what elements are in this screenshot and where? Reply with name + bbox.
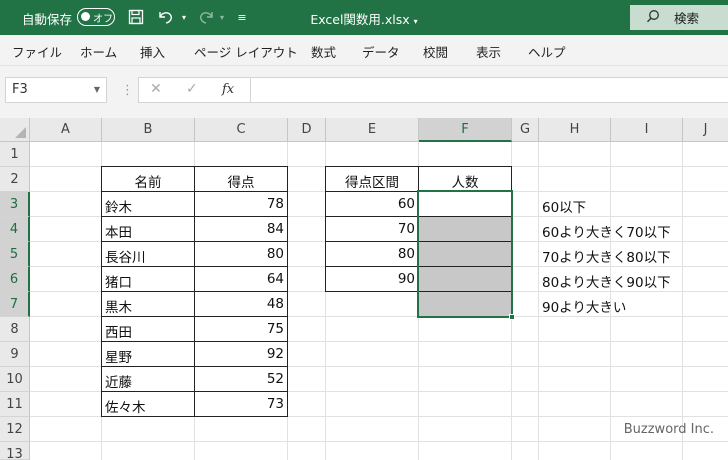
score-value-cell[interactable]: 73 — [194, 391, 288, 417]
enter-icon[interactable]: ✓ — [186, 81, 198, 97]
autosave-label: 自動保存 — [22, 12, 73, 27]
cancel-icon[interactable]: ✕ — [150, 81, 162, 97]
note-cell[interactable]: 80より大きく90以下 — [539, 267, 674, 291]
search-icon — [646, 9, 660, 26]
row-header-4[interactable]: 4 — [0, 217, 30, 242]
tab-home[interactable]: ホーム — [80, 42, 117, 61]
file-title[interactable]: Excel関数用.xlsx — [310, 12, 409, 27]
row-header-1[interactable]: 1 — [0, 142, 30, 167]
watermark: Buzzword Inc. — [623, 422, 714, 437]
note-cell[interactable]: 60より大きく70以下 — [539, 217, 674, 241]
customize-toolbar-icon[interactable]: ≡ — [232, 7, 252, 27]
score-name-cell[interactable]: 近藤 — [101, 366, 195, 392]
score-value-cell[interactable]: 84 — [194, 216, 288, 242]
column-header-j[interactable]: J — [683, 118, 728, 142]
ribbon-tabs: ファイル ホーム 挿入 ページ レイアウト 数式 データ 校閲 表示 ヘルプ — [0, 35, 728, 66]
selection-border — [417, 190, 513, 318]
tab-file[interactable]: ファイル — [12, 42, 62, 61]
row-header-11[interactable]: 11 — [0, 392, 30, 417]
column-header-h[interactable]: H — [539, 118, 611, 142]
bin-cell[interactable]: 80 — [325, 241, 419, 267]
file-title-dropdown-icon[interactable]: ▾ — [414, 17, 418, 26]
insert-function-icon[interactable]: fx — [222, 82, 234, 97]
table-header-name[interactable]: 名前 — [101, 166, 195, 192]
formula-bar: F3 ▼ ⋮ ✕ ✓ fx — [0, 66, 728, 118]
score-value-cell[interactable]: 48 — [194, 291, 288, 317]
range-header-bins[interactable]: 得点区間 — [325, 166, 419, 192]
column-header-b[interactable]: B — [102, 118, 195, 142]
formula-bar-grip-icon: ⋮ — [121, 83, 134, 98]
undo-icon[interactable] — [156, 7, 176, 27]
column-header-e[interactable]: E — [326, 118, 419, 142]
score-name-cell[interactable]: 長谷川 — [101, 241, 195, 267]
bin-cell[interactable]: 60 — [325, 191, 419, 217]
undo-dropdown-icon[interactable]: ▾ — [174, 7, 194, 27]
tab-data[interactable]: データ — [362, 42, 400, 61]
tab-review[interactable]: 校閲 — [423, 42, 448, 61]
name-box-value: F3 — [12, 82, 28, 97]
tab-insert[interactable]: 挿入 — [140, 42, 165, 61]
score-value-cell[interactable]: 78 — [194, 191, 288, 217]
range-header-count[interactable]: 人数 — [418, 166, 512, 192]
score-name-cell[interactable]: 猪口 — [101, 266, 195, 292]
column-header-a[interactable]: A — [30, 118, 102, 142]
row-header-6[interactable]: 6 — [0, 267, 30, 292]
row-header-13[interactable]: 13 — [0, 442, 30, 460]
toggle-knob — [81, 12, 90, 21]
row-header-9[interactable]: 9 — [0, 342, 30, 367]
name-box[interactable]: F3 ▼ — [5, 77, 107, 103]
row-header-2[interactable]: 2 — [0, 167, 30, 192]
score-name-cell[interactable]: 西田 — [101, 316, 195, 342]
select-all-corner[interactable] — [0, 118, 30, 142]
note-cell[interactable]: 60以下 — [539, 192, 589, 216]
search-box[interactable]: 検索 — [630, 5, 728, 30]
score-value-cell[interactable]: 92 — [194, 341, 288, 367]
redo-dropdown-icon[interactable]: ▾ — [212, 7, 232, 27]
column-header-i[interactable]: I — [611, 118, 683, 142]
save-icon[interactable] — [126, 7, 146, 27]
spreadsheet-grid: A B C D E F G H I J 1 2 3 4 5 6 7 8 9 10… — [0, 118, 728, 460]
formula-input[interactable] — [250, 77, 728, 103]
fill-handle[interactable] — [509, 314, 515, 320]
title-bar: 自動保存 オフ ▾ ▾ ≡ Excel関数用.xlsx ▾ 検索 — [0, 0, 728, 35]
score-value-cell[interactable]: 80 — [194, 241, 288, 267]
tab-formulas[interactable]: 数式 — [311, 42, 336, 61]
row-header-10[interactable]: 10 — [0, 367, 30, 392]
score-value-cell[interactable]: 52 — [194, 366, 288, 392]
column-header-f[interactable]: F — [419, 118, 512, 142]
row-header-3[interactable]: 3 — [0, 192, 30, 217]
row-header-8[interactable]: 8 — [0, 317, 30, 342]
column-header-d[interactable]: D — [288, 118, 326, 142]
column-header-c[interactable]: C — [195, 118, 288, 142]
row-header-12[interactable]: 12 — [0, 417, 30, 442]
search-label: 検索 — [674, 11, 700, 26]
bin-cell[interactable]: 70 — [325, 216, 419, 242]
tab-view[interactable]: 表示 — [476, 42, 501, 61]
bin-cell[interactable]: 90 — [325, 266, 419, 292]
autosave-toggle[interactable]: オフ — [77, 8, 115, 26]
table-header-score[interactable]: 得点 — [194, 166, 288, 192]
score-value-cell[interactable]: 64 — [194, 266, 288, 292]
tab-help[interactable]: ヘルプ — [528, 42, 566, 61]
score-name-cell[interactable]: 佐々木 — [101, 391, 195, 417]
score-value-cell[interactable]: 75 — [194, 316, 288, 342]
score-name-cell[interactable]: 鈴木 — [101, 191, 195, 217]
score-name-cell[interactable]: 星野 — [101, 341, 195, 367]
score-name-cell[interactable]: 本田 — [101, 216, 195, 242]
name-box-dropdown-icon[interactable]: ▼ — [94, 85, 100, 94]
score-name-cell[interactable]: 黒木 — [101, 291, 195, 317]
note-cell[interactable]: 90より大きい — [539, 292, 629, 316]
tab-page-layout[interactable]: ページ レイアウト — [194, 42, 298, 61]
autosave-state: オフ — [93, 14, 113, 25]
row-header-7[interactable]: 7 — [0, 292, 30, 317]
row-header-5[interactable]: 5 — [0, 242, 30, 267]
column-header-g[interactable]: G — [512, 118, 539, 142]
note-cell[interactable]: 70より大きく80以下 — [539, 242, 674, 266]
